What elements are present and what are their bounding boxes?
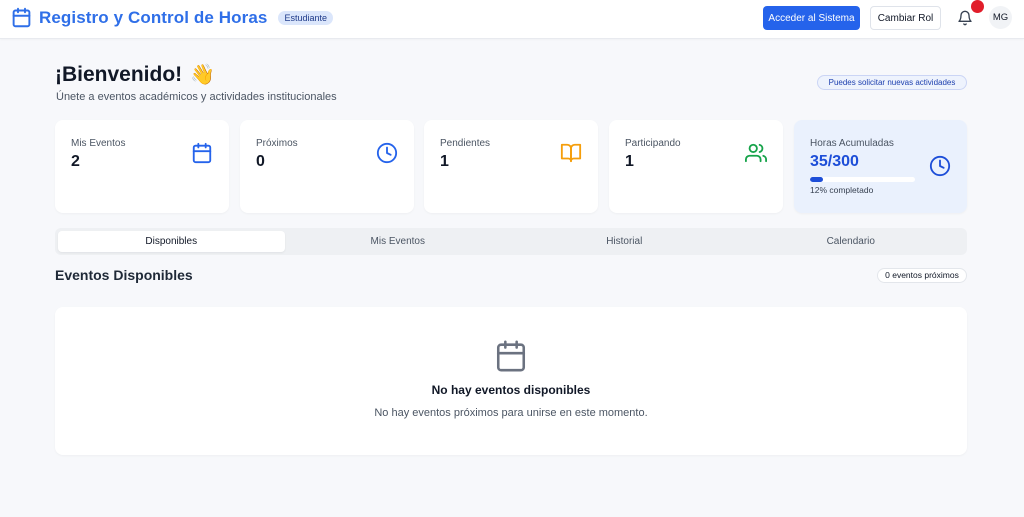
avatar[interactable]: MG — [989, 6, 1012, 29]
role-badge: Estudiante — [278, 10, 333, 25]
empty-state-title: No hay eventos disponibles — [431, 383, 591, 397]
stat-value: 0 — [256, 153, 265, 170]
top-bar: Registro y Control de Horas Estudiante A… — [0, 0, 1024, 39]
stat-card-my-events: Mis Eventos 2 — [55, 120, 229, 213]
hours-value: 35/300 — [810, 153, 859, 170]
stat-card-pending: Pendientes 1 — [424, 120, 598, 213]
hours-progress-fill — [810, 177, 823, 182]
hours-progress-text: 12% completado — [810, 185, 874, 195]
stat-label: Próximos — [256, 138, 298, 149]
section-title: Eventos Disponibles — [55, 267, 193, 283]
empty-state-panel: No hay eventos disponibles No hay evento… — [55, 307, 967, 455]
stat-value: 1 — [625, 153, 634, 170]
brand[interactable]: Registro y Control de Horas Estudiante — [11, 7, 333, 28]
stat-label: Participando — [625, 138, 681, 149]
welcome-heading: ¡Bienvenido! 👋 — [55, 62, 215, 87]
app-title: Registro y Control de Horas — [39, 7, 268, 27]
hours-label: Horas Acumuladas — [810, 138, 894, 149]
bell-icon[interactable] — [957, 10, 973, 26]
waving-hand-icon: 👋 — [190, 64, 216, 86]
calendar-icon — [11, 7, 32, 28]
tab-bar: Disponibles Mis Eventos Historial Calend… — [55, 228, 967, 255]
calendar-icon — [191, 142, 213, 164]
clock-icon — [376, 142, 398, 164]
tab-available[interactable]: Disponibles — [58, 231, 285, 252]
hours-progress-bar — [810, 177, 915, 182]
stat-card-upcoming: Próximos 0 — [240, 120, 414, 213]
stat-label: Mis Eventos — [71, 138, 126, 149]
tab-calendar[interactable]: Calendario — [738, 231, 965, 252]
stat-card-hours: Horas Acumuladas 35/300 12% completado — [794, 120, 967, 213]
change-role-button[interactable]: Cambiar Rol — [870, 6, 941, 30]
notification-badge — [971, 0, 984, 13]
stat-label: Pendientes — [440, 138, 491, 149]
tab-history[interactable]: Historial — [511, 231, 738, 252]
welcome-subtitle: Únete a eventos académicos y actividades… — [56, 91, 337, 103]
stat-value: 1 — [440, 153, 449, 170]
clock-icon — [929, 155, 951, 177]
welcome-title: ¡Bienvenido! — [55, 62, 183, 86]
stat-value: 2 — [71, 153, 80, 170]
book-open-icon — [560, 142, 582, 164]
tab-my-events[interactable]: Mis Eventos — [285, 231, 512, 252]
users-icon — [745, 142, 767, 164]
upcoming-count-badge: 0 eventos próximos — [877, 268, 967, 283]
access-system-button[interactable]: Acceder al Sistema — [763, 6, 860, 30]
calendar-icon — [494, 339, 528, 373]
stat-card-participating: Participando 1 — [609, 120, 783, 213]
request-activities-badge: Puedes solicitar nuevas actividades — [817, 75, 967, 90]
empty-state-text: No hay eventos próximos para unirse en e… — [374, 407, 648, 419]
